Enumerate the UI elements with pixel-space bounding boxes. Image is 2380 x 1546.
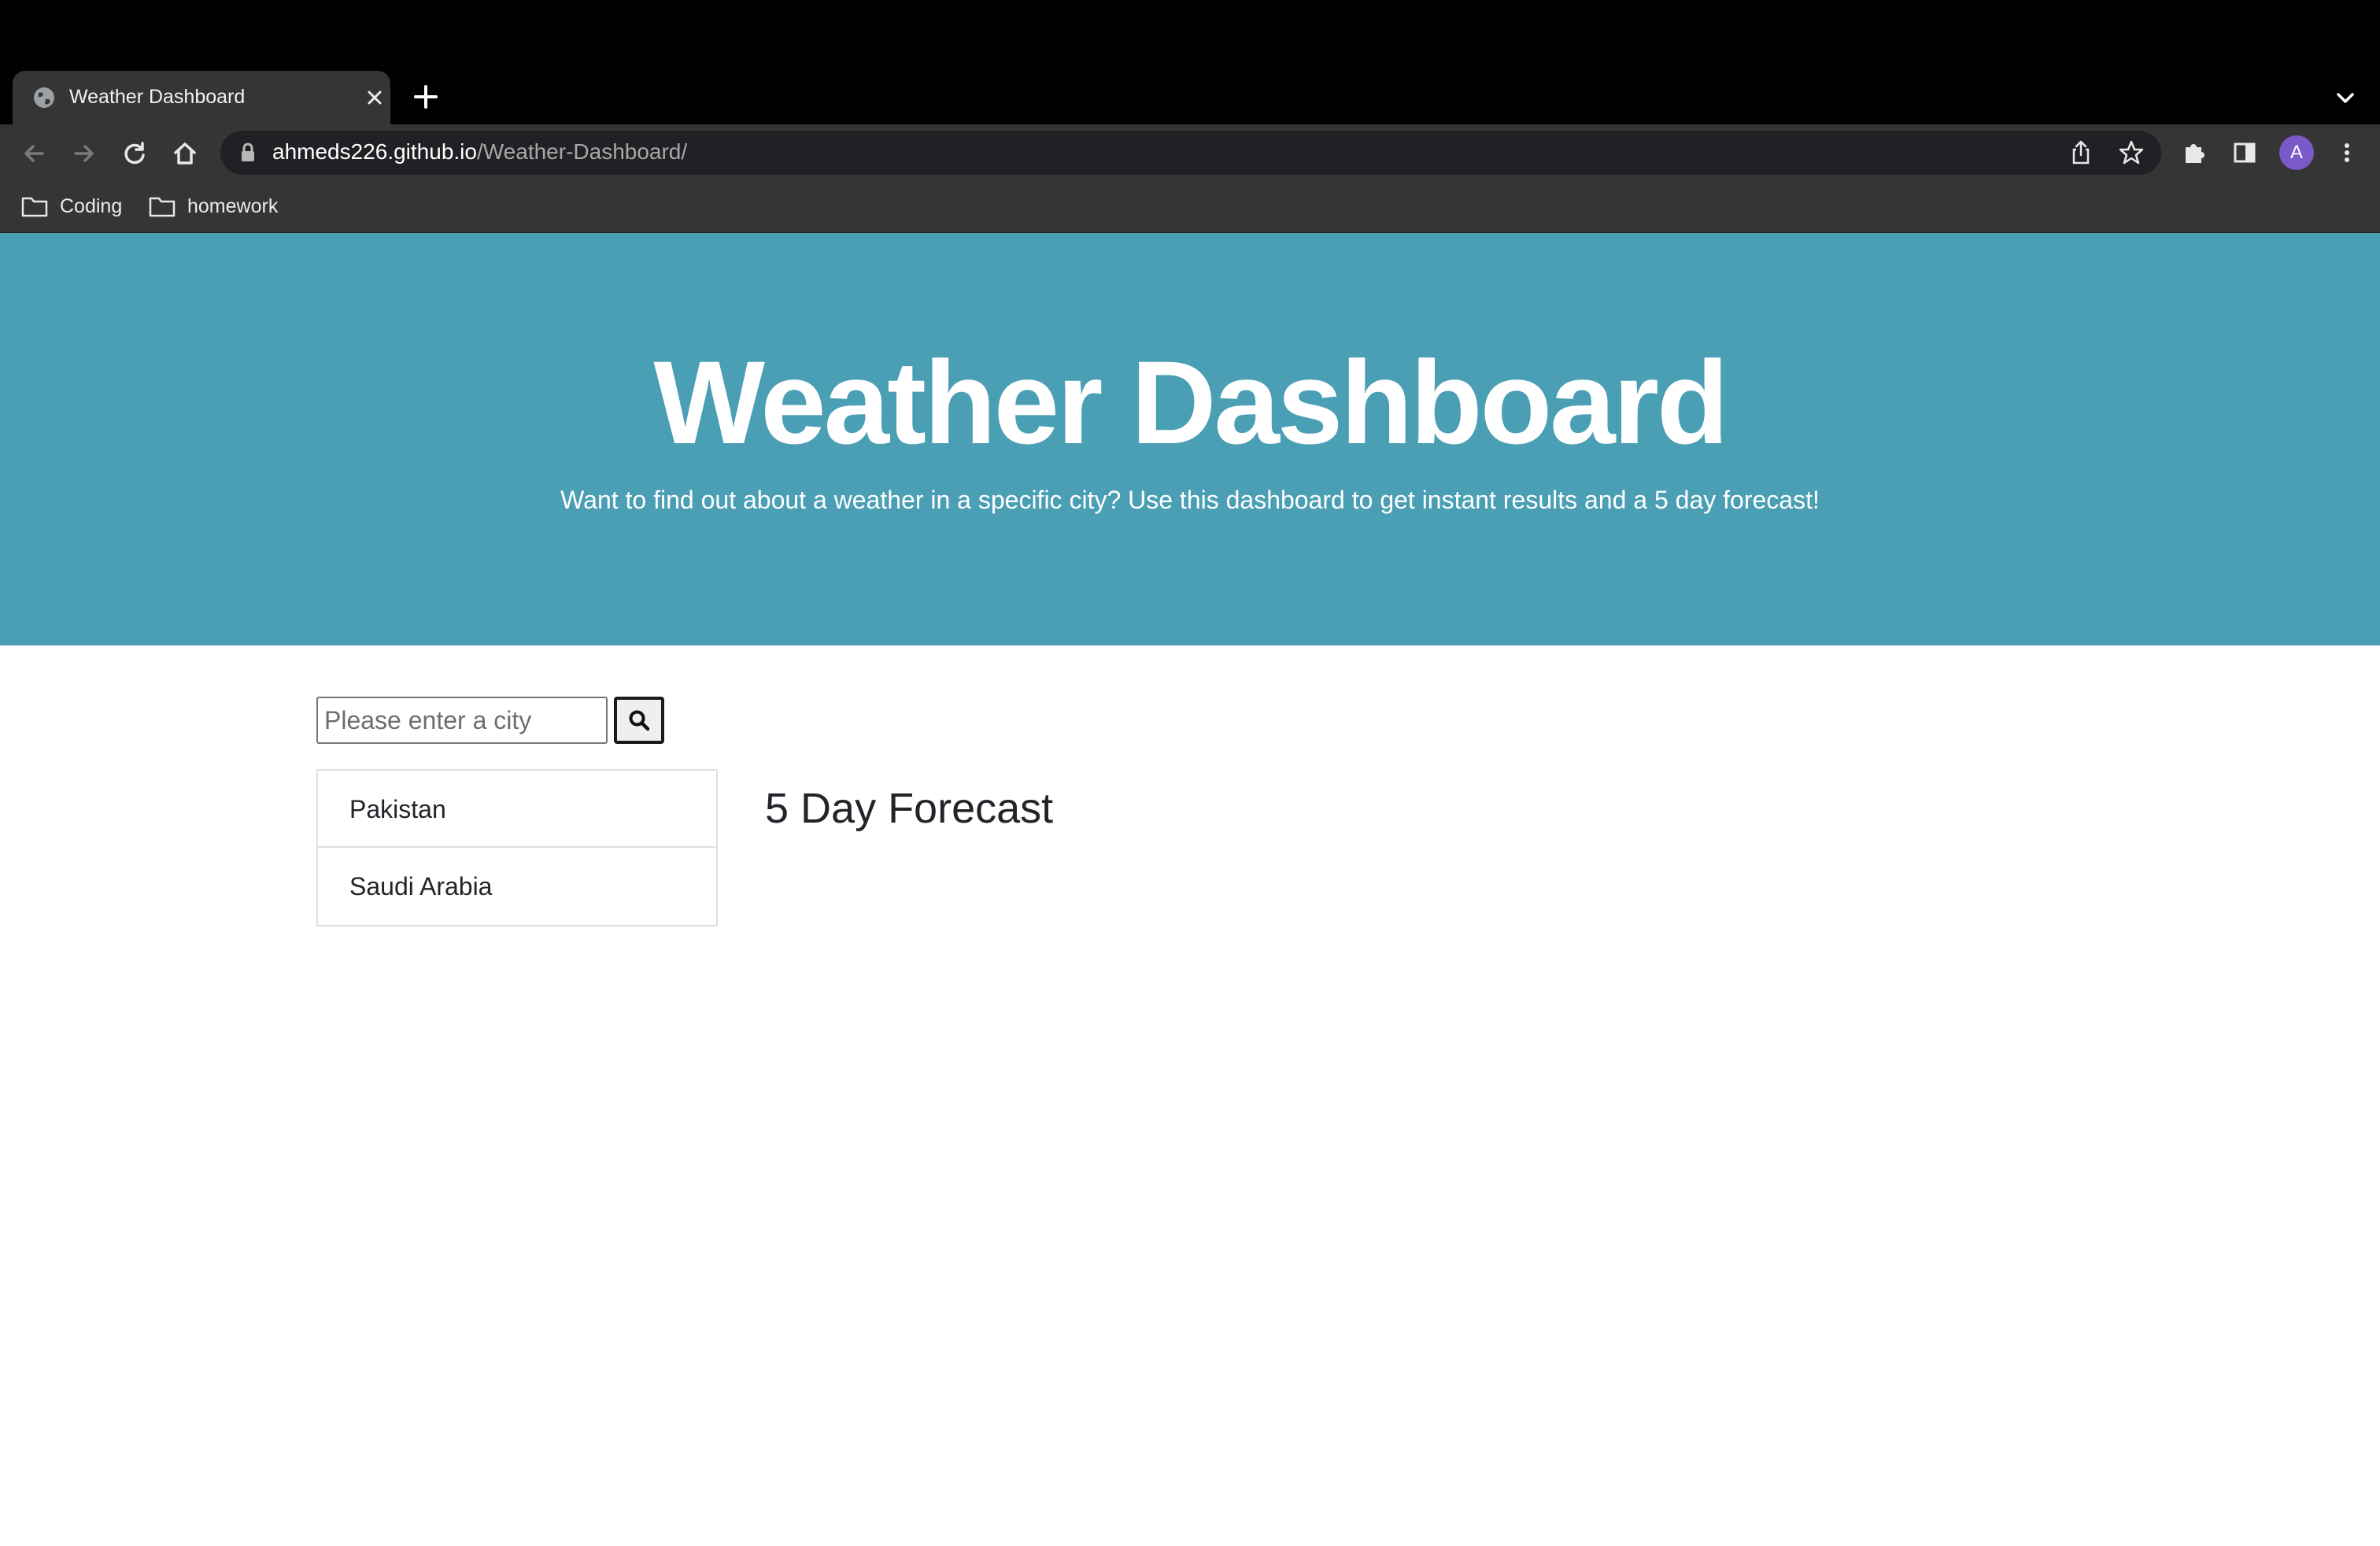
page-subtitle: Want to find out about a weather in a sp… [560,486,1820,514]
bookmarks-bar [0,181,2380,233]
close-icon[interactable] [364,87,386,109]
bookmark-coding[interactable]: Coding [20,192,122,220]
search-button[interactable] [614,697,664,744]
bookmark-star-icon[interactable] [2117,139,2145,167]
history-item-saudi-arabia[interactable]: Saudi Arabia [318,848,716,925]
bookmark-label: homework [187,194,279,217]
url-host: ahmeds226.github.io [272,139,477,164]
back-arrow-icon[interactable] [19,139,49,168]
city-search-input[interactable] [316,697,608,744]
folder-icon [149,197,176,217]
forward-arrow-icon[interactable] [69,139,99,168]
share-icon[interactable] [2067,139,2095,167]
globe-icon [34,87,54,108]
reload-icon[interactable] [120,139,150,168]
url-path: /Weather-Dashboard/ [476,139,688,164]
browser-tab[interactable]: Weather Dashboard [13,71,390,124]
tab-title: Weather Dashboard [69,86,246,108]
profile-avatar[interactable]: A [2279,135,2314,170]
search-history-list: Pakistan Saudi Arabia [316,769,718,926]
more-menu-icon[interactable] [2333,139,2361,167]
bookmark-homework[interactable]: homework [148,192,278,220]
url-text[interactable]: ahmeds226.github.io/Weather-Dashboard/ [272,139,687,165]
chevron-down-icon[interactable] [2333,85,2358,110]
folder-icon [21,197,48,217]
page-title: Weather Dashboard [653,336,1728,468]
side-panel-icon[interactable] [2230,139,2259,167]
bookmark-label: Coding [60,194,123,217]
history-item-pakistan[interactable]: Pakistan [318,771,716,848]
hero-banner: Weather Dashboard Want to find out about… [0,233,2380,645]
new-tab-icon[interactable] [411,82,441,112]
home-icon[interactable] [170,139,200,168]
lock-icon[interactable] [238,142,258,164]
search-icon [629,710,650,731]
extensions-puzzle-icon[interactable] [2180,139,2208,167]
forecast-heading: 5 Day Forecast [765,785,1054,832]
